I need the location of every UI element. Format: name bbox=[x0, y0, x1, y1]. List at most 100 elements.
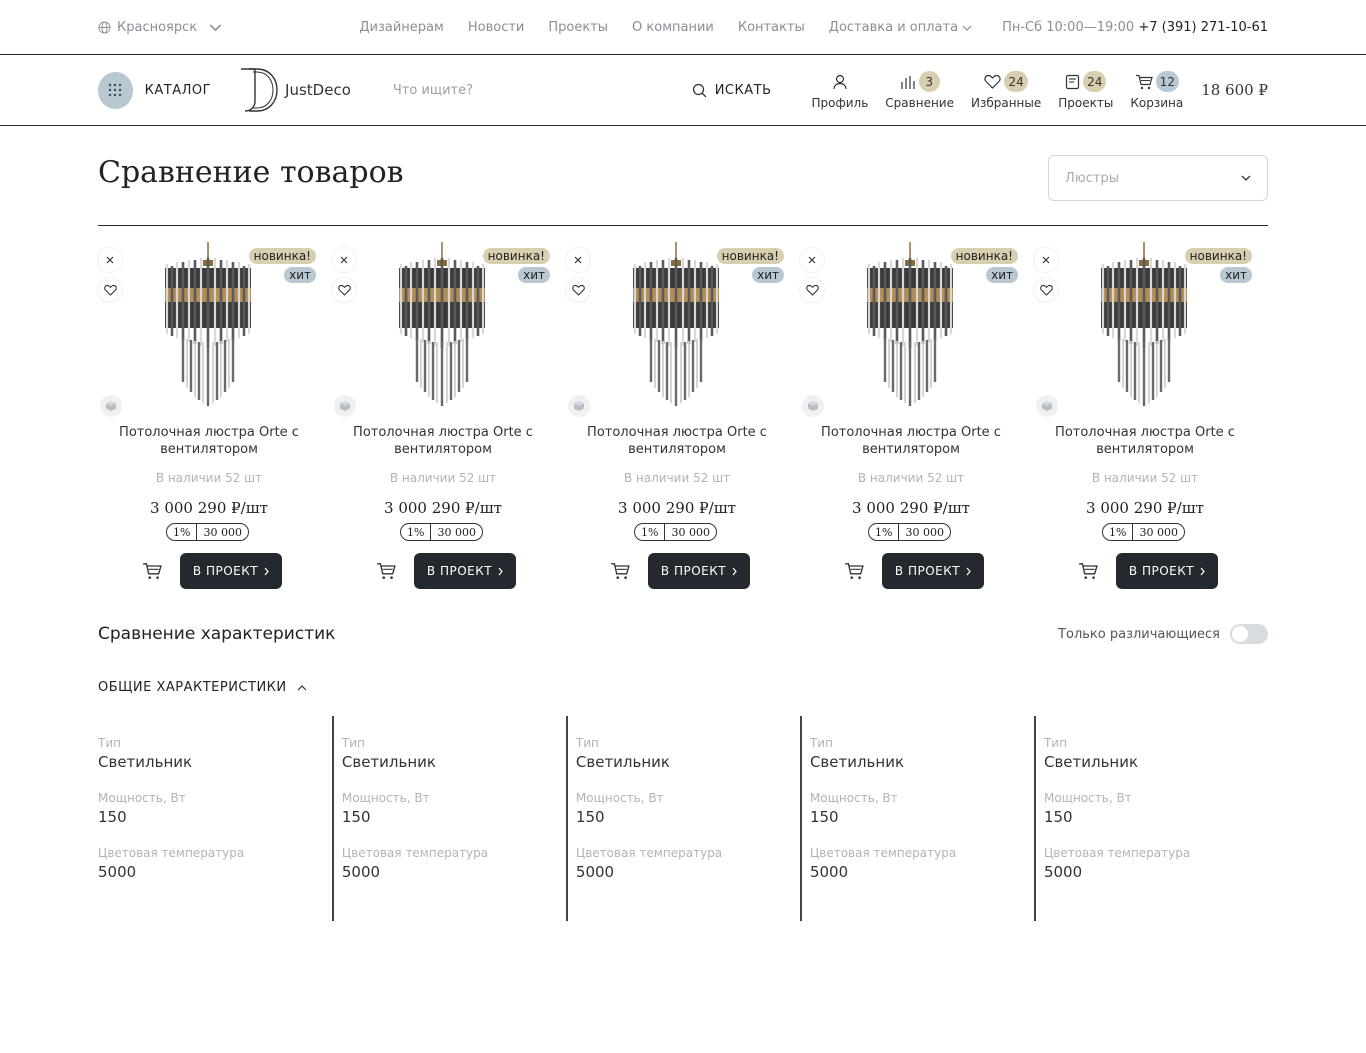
logo-mark-icon bbox=[241, 68, 278, 112]
contact-phone[interactable]: Пн-Сб 10:00—19:00 +7 (391) 271-10-61 bbox=[1002, 20, 1268, 35]
add-to-project-button[interactable]: В ПРОЕКТ bbox=[882, 553, 984, 589]
category-select[interactable]: Люстры bbox=[1048, 155, 1268, 201]
profile-link[interactable]: Профиль bbox=[812, 71, 868, 110]
favorites-count-badge: 24 bbox=[1004, 71, 1028, 92]
nav-link-designers[interactable]: Дизайнерам bbox=[359, 20, 443, 35]
add-to-cart-icon[interactable] bbox=[610, 561, 630, 581]
product-image[interactable] bbox=[1089, 242, 1199, 410]
product-image[interactable] bbox=[387, 242, 497, 410]
3d-view-button[interactable] bbox=[100, 395, 122, 417]
remove-button[interactable] bbox=[1034, 248, 1058, 272]
nav-link-delivery[interactable]: Доставка и оплата bbox=[829, 20, 972, 35]
heart-icon bbox=[103, 284, 117, 296]
product-image[interactable] bbox=[621, 242, 731, 410]
product-card: новинка! хит Потолочная люстра Orte с ве… bbox=[566, 240, 800, 595]
card-actions: В ПРОЕКТ bbox=[1078, 553, 1218, 589]
remove-button[interactable] bbox=[332, 248, 356, 272]
card-tags: новинка! хит bbox=[716, 248, 784, 283]
3d-view-button[interactable] bbox=[568, 395, 590, 417]
compare-label: Сравнение bbox=[885, 95, 954, 110]
nav-link-about[interactable]: О компании bbox=[632, 20, 714, 35]
attribute-value: Светильник bbox=[98, 753, 193, 771]
add-to-project-button[interactable]: В ПРОЕКТ bbox=[648, 553, 750, 589]
bonus-badge: 1% 30 000 bbox=[166, 523, 249, 541]
remove-button[interactable] bbox=[800, 248, 824, 272]
cube-icon bbox=[106, 401, 116, 411]
cart-total[interactable]: 18 600 ₽ bbox=[1201, 81, 1268, 99]
cube-icon bbox=[1042, 401, 1052, 411]
card-tags: новинка! хит bbox=[1184, 248, 1252, 283]
product-name[interactable]: Потолочная люстра Orte с вентилятором bbox=[584, 424, 770, 458]
add-to-project-button[interactable]: В ПРОЕКТ bbox=[1116, 553, 1218, 589]
stock-status: В наличии 52 шт bbox=[623, 471, 731, 485]
3d-view-button[interactable] bbox=[334, 395, 356, 417]
favorite-button[interactable] bbox=[98, 278, 122, 302]
favorites-link[interactable]: 24 Избранные bbox=[971, 71, 1041, 110]
catalog-button[interactable] bbox=[98, 71, 133, 109]
projects-link[interactable]: 24 Проекты bbox=[1058, 71, 1113, 110]
bonus-value: 30 000 bbox=[1139, 525, 1178, 539]
cart-link[interactable]: 12 Корзина bbox=[1130, 71, 1183, 110]
attribute-label: Цветовая температура bbox=[809, 846, 957, 860]
product-name[interactable]: Потолочная люстра Orte с вентилятором bbox=[1052, 424, 1238, 458]
product-name[interactable]: Потолочная люстра Orte с вентилятором bbox=[116, 424, 302, 458]
tag-new: новинка! bbox=[716, 248, 784, 264]
logo-text: JustDeco bbox=[285, 81, 351, 99]
remove-button[interactable] bbox=[566, 248, 590, 272]
product-image[interactable] bbox=[153, 242, 263, 410]
add-to-cart-icon[interactable] bbox=[1078, 561, 1098, 581]
3d-view-button[interactable] bbox=[802, 395, 824, 417]
tag-hit: хит bbox=[1220, 267, 1252, 283]
toggle-switch[interactable] bbox=[1230, 624, 1268, 644]
add-to-project-button[interactable]: В ПРОЕКТ bbox=[414, 553, 516, 589]
cube-icon bbox=[340, 401, 350, 411]
add-to-cart-icon[interactable] bbox=[142, 561, 162, 581]
favorite-button[interactable] bbox=[566, 278, 590, 302]
attribute-label: Мощность, Вт bbox=[98, 791, 186, 805]
close-icon bbox=[340, 256, 348, 264]
favorite-button[interactable] bbox=[800, 278, 824, 302]
comparison-column: Тип Светильник Мощность, Вт 150 Цветовая тем… bbox=[98, 716, 332, 921]
search-button[interactable]: ИСКАТЬ bbox=[692, 83, 772, 98]
comparison-title: Сравнение характеристик bbox=[98, 624, 336, 644]
add-to-cart-icon[interactable] bbox=[844, 561, 864, 581]
group-header[interactable]: ОБЩИЕ ХАРАКТЕРИСТИКИ bbox=[98, 680, 307, 695]
differences-only-toggle[interactable]: Только различающиеся bbox=[1058, 624, 1268, 644]
category-select-value: Люстры bbox=[1065, 170, 1119, 186]
chevron-right-icon bbox=[1200, 567, 1205, 575]
attribute-value: 5000 bbox=[341, 863, 381, 881]
logo[interactable]: JustDeco bbox=[235, 66, 351, 114]
tag-hit: хит bbox=[518, 267, 550, 283]
chandelier-crystals bbox=[1101, 258, 1187, 406]
chevron-down-icon bbox=[209, 24, 222, 32]
card-side-actions bbox=[1034, 248, 1058, 302]
add-to-project-label: В ПРОЕКТ bbox=[660, 564, 727, 578]
product-image[interactable] bbox=[855, 242, 965, 410]
favorite-button[interactable] bbox=[332, 278, 356, 302]
nav-link-news[interactable]: Новости bbox=[468, 20, 525, 35]
add-to-cart-icon[interactable] bbox=[376, 561, 396, 581]
heart-icon bbox=[571, 284, 585, 296]
product-name[interactable]: Потолочная люстра Orte с вентилятором bbox=[350, 424, 536, 458]
favorite-button[interactable] bbox=[1034, 278, 1058, 302]
add-to-project-label: В ПРОЕКТ bbox=[1128, 564, 1195, 578]
compare-link[interactable]: 3 Сравнение bbox=[885, 71, 954, 110]
city-selector[interactable]: Красноярск bbox=[98, 20, 222, 35]
attribute-label: Цветовая температура bbox=[98, 846, 245, 860]
title-divider bbox=[98, 225, 1268, 226]
remove-button[interactable] bbox=[98, 248, 122, 272]
attribute-value: 150 bbox=[1043, 808, 1073, 826]
favorites-label: Избранные bbox=[970, 95, 1042, 110]
catalog-label[interactable]: КАТАЛОГ bbox=[145, 83, 211, 98]
3d-view-button[interactable] bbox=[1036, 395, 1058, 417]
nav-link-projects[interactable]: Проекты bbox=[548, 20, 608, 35]
comparison-column: Тип Светильник Мощность, Вт 150 Цветовая тем… bbox=[799, 716, 1034, 921]
add-to-project-button[interactable]: В ПРОЕКТ bbox=[180, 553, 282, 589]
attribute-label: Мощность, Вт bbox=[1043, 791, 1132, 805]
product-name[interactable]: Потолочная люстра Orte с вентилятором bbox=[818, 424, 1004, 458]
search-input[interactable]: Что ищите? bbox=[393, 83, 674, 98]
city-label: Красноярск bbox=[117, 20, 198, 35]
nav-link-contacts[interactable]: Контакты bbox=[738, 20, 805, 35]
globe-icon bbox=[98, 21, 111, 34]
attribute-label: Тип bbox=[1043, 736, 1067, 750]
